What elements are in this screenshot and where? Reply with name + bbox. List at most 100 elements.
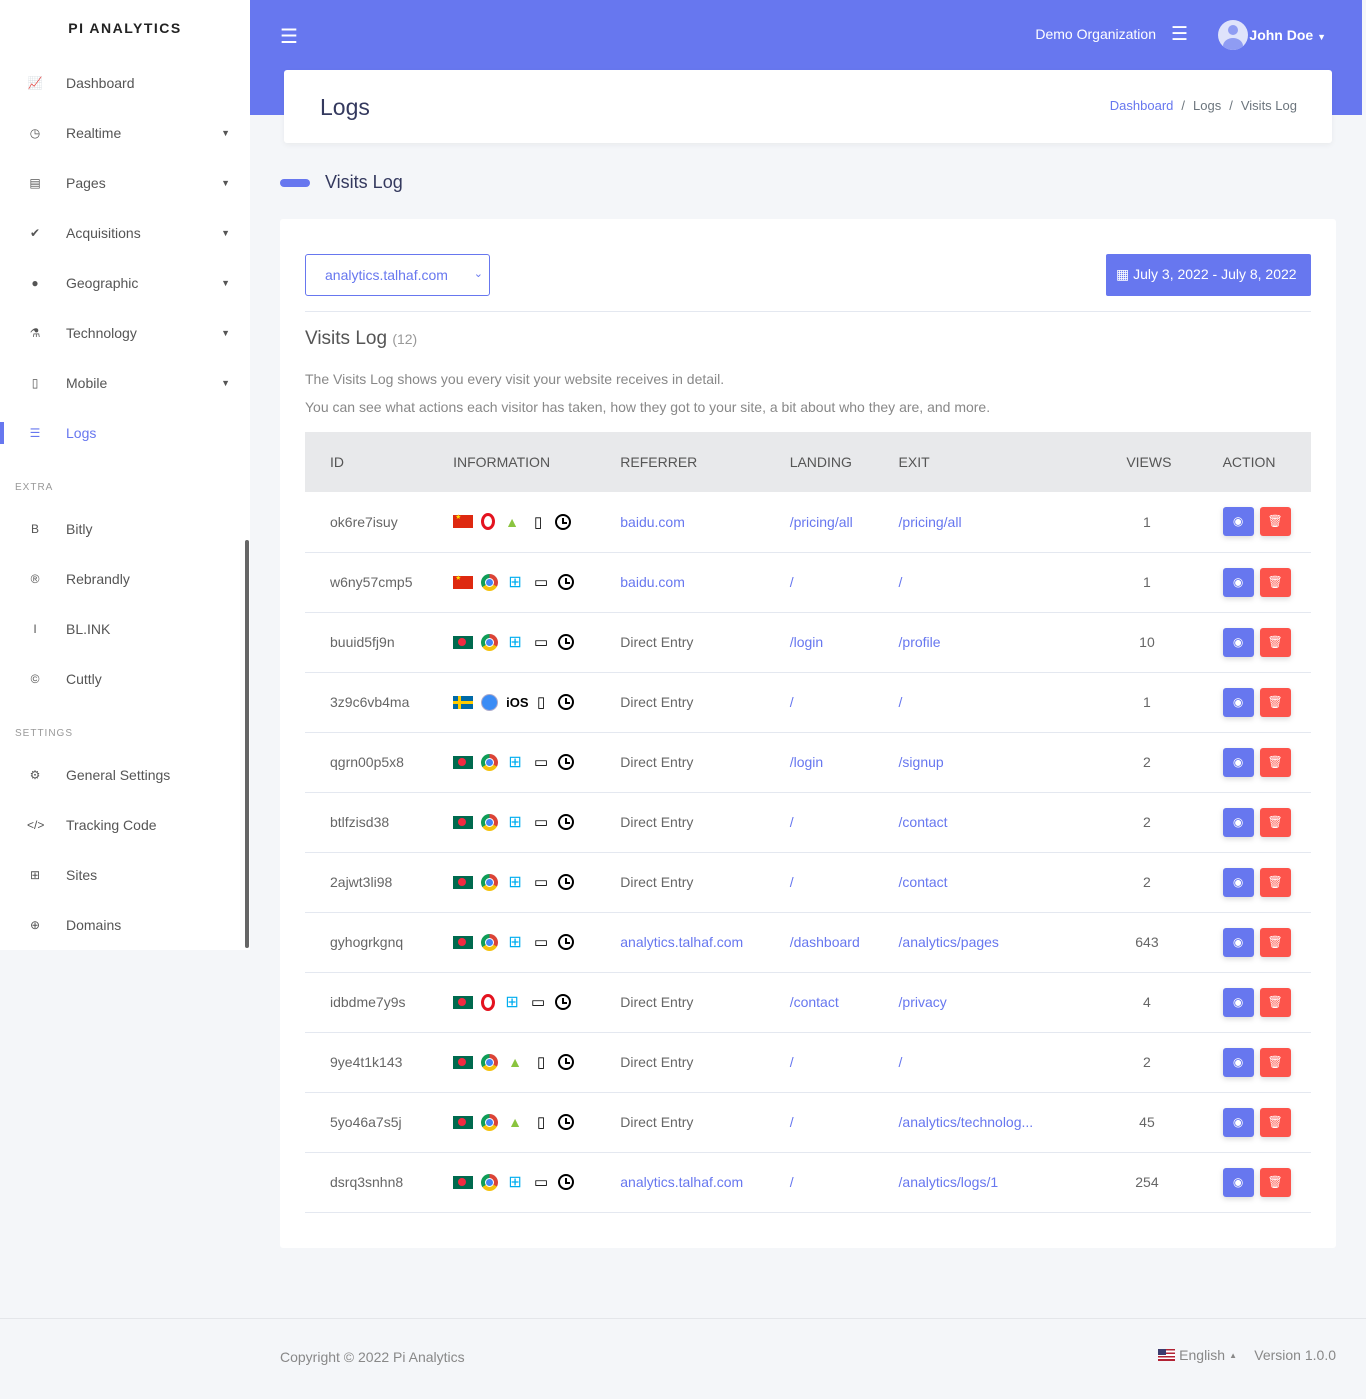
delete-button[interactable]: 🗑 bbox=[1259, 987, 1291, 1017]
sidebar-item-bl-ink[interactable]: I BL.INK bbox=[0, 604, 250, 654]
delete-button[interactable]: 🗑 bbox=[1259, 507, 1291, 537]
clock-icon[interactable] bbox=[558, 694, 575, 710]
mobile-icon: ▯ bbox=[536, 694, 546, 711]
clock-icon[interactable] bbox=[555, 513, 572, 530]
windows-icon: ⊞ bbox=[508, 874, 522, 891]
sidebar-item-logs[interactable]: ☰ Logs bbox=[0, 408, 250, 458]
delete-button[interactable]: 🗑 bbox=[1259, 1107, 1291, 1137]
clock-icon[interactable] bbox=[558, 1174, 575, 1190]
landing-link[interactable]: /pricing/all bbox=[764, 492, 874, 553]
delete-button[interactable]: 🗑 bbox=[1259, 627, 1291, 657]
view-button[interactable]: ◉ bbox=[1222, 927, 1254, 957]
sidebar-item-general-settings[interactable]: ⚙ General Settings bbox=[0, 750, 250, 800]
clock-icon[interactable] bbox=[558, 934, 575, 950]
view-button[interactable]: ◉ bbox=[1222, 1047, 1254, 1077]
sidebar-item-tracking-code[interactable]: </> Tracking Code bbox=[0, 800, 250, 850]
clock-icon[interactable] bbox=[558, 1114, 575, 1130]
view-button[interactable]: ◉ bbox=[1222, 1167, 1254, 1197]
view-button[interactable]: ◉ bbox=[1222, 807, 1254, 837]
info-icons: ⊞▭ bbox=[453, 992, 595, 1012]
sidebar-item-bitly[interactable]: B Bitly bbox=[0, 504, 250, 554]
view-button[interactable]: ◉ bbox=[1222, 747, 1254, 777]
delete-button[interactable]: 🗑 bbox=[1259, 1047, 1291, 1077]
landing-link[interactable]: / bbox=[764, 792, 874, 853]
exit-link[interactable]: / bbox=[873, 1032, 1057, 1093]
breadcrumb-dashboard[interactable]: Dashboard bbox=[1110, 98, 1174, 113]
delete-button[interactable]: 🗑 bbox=[1259, 687, 1291, 717]
user-menu[interactable]: John Doe ▼ bbox=[1249, 27, 1326, 43]
site-select[interactable]: analytics.talhaf.com ⌄ bbox=[305, 254, 490, 296]
clock-icon[interactable] bbox=[558, 814, 575, 830]
landing-link[interactable]: / bbox=[764, 672, 874, 733]
exit-link[interactable]: / bbox=[873, 552, 1057, 613]
page-header: Logs Dashboard / Logs / Visits Log bbox=[284, 70, 1332, 143]
clock-icon[interactable] bbox=[558, 634, 575, 650]
referrer-link[interactable]: baidu.com bbox=[595, 552, 765, 613]
sidebar-item-realtime[interactable]: ◷ Realtime ▼ bbox=[0, 108, 250, 158]
view-button[interactable]: ◉ bbox=[1222, 987, 1254, 1017]
sidebar-item-sites[interactable]: ⊞ Sites bbox=[0, 850, 250, 900]
view-button[interactable]: ◉ bbox=[1222, 507, 1254, 537]
exit-link[interactable]: / bbox=[873, 672, 1057, 733]
sidebar-item-mobile[interactable]: ▯ Mobile ▼ bbox=[0, 358, 250, 408]
sidebar-item-domains[interactable]: ⊕ Domains bbox=[0, 900, 250, 950]
sidebar-item-cuttly[interactable]: © Cuttly bbox=[0, 654, 250, 704]
landing-link[interactable]: /login bbox=[764, 612, 874, 673]
view-button[interactable]: ◉ bbox=[1222, 627, 1254, 657]
avatar[interactable] bbox=[1218, 20, 1248, 50]
sidebar-item-rebrandly[interactable]: ® Rebrandly bbox=[0, 554, 250, 604]
delete-button[interactable]: 🗑 bbox=[1259, 747, 1291, 777]
chrome-icon bbox=[481, 1173, 499, 1191]
exit-link[interactable]: /profile bbox=[873, 612, 1057, 673]
view-button[interactable]: ◉ bbox=[1222, 567, 1254, 597]
clock-icon[interactable] bbox=[558, 754, 575, 770]
language-selector[interactable]: English ▲ bbox=[1158, 1347, 1237, 1363]
landing-link[interactable]: /login bbox=[764, 732, 874, 793]
landing-link[interactable]: / bbox=[764, 1032, 874, 1093]
exit-link[interactable]: /pricing/all bbox=[873, 492, 1057, 553]
view-button[interactable]: ◉ bbox=[1222, 1107, 1254, 1137]
views-count: 2 bbox=[1056, 852, 1198, 913]
exit-link[interactable]: /contact bbox=[873, 792, 1057, 853]
language-label: English bbox=[1179, 1347, 1226, 1363]
hamburger-menu-icon[interactable]: ☰ bbox=[280, 24, 298, 49]
view-button[interactable]: ◉ bbox=[1222, 867, 1254, 897]
landing-link[interactable]: / bbox=[764, 552, 874, 613]
clock-icon[interactable] bbox=[558, 1054, 575, 1070]
landing-link[interactable]: /dashboard bbox=[764, 912, 874, 973]
clock-icon[interactable] bbox=[558, 874, 575, 890]
landing-link[interactable]: /contact bbox=[764, 972, 874, 1033]
clock-icon[interactable] bbox=[558, 574, 575, 590]
exit-link[interactable]: /analytics/pages bbox=[873, 912, 1057, 973]
delete-button[interactable]: 🗑 bbox=[1259, 1167, 1291, 1197]
exit-link[interactable]: /analytics/logs/1 bbox=[873, 1152, 1057, 1213]
sidebar-item-technology[interactable]: ⚗ Technology ▼ bbox=[0, 308, 250, 358]
referrer-link[interactable]: analytics.talhaf.com bbox=[595, 912, 765, 973]
exit-link[interactable]: /contact bbox=[873, 852, 1057, 913]
delete-button[interactable]: 🗑 bbox=[1259, 567, 1291, 597]
landing-link[interactable]: / bbox=[764, 852, 874, 913]
trash-icon: 🗑 bbox=[1267, 1054, 1283, 1069]
brand-logo[interactable]: PI ANALYTICS bbox=[0, 0, 250, 58]
exit-link[interactable]: /signup bbox=[873, 732, 1057, 793]
delete-button[interactable]: 🗑 bbox=[1259, 867, 1291, 897]
sidebar-item-dashboard[interactable]: 📈 Dashboard bbox=[0, 58, 250, 108]
exit-link[interactable]: /analytics/technolog... bbox=[873, 1092, 1057, 1153]
organization-list-icon[interactable]: ☰ bbox=[1171, 23, 1188, 46]
referrer-link[interactable]: analytics.talhaf.com bbox=[595, 1152, 765, 1213]
clock-icon[interactable] bbox=[555, 994, 572, 1010]
sidebar-item-acquisitions[interactable]: ✔ Acquisitions ▼ bbox=[0, 208, 250, 258]
organization-name[interactable]: Demo Organization bbox=[1035, 26, 1156, 42]
landing-link[interactable]: / bbox=[764, 1092, 874, 1153]
delete-button[interactable]: 🗑 bbox=[1259, 927, 1291, 957]
column-header-id: ID bbox=[305, 432, 429, 492]
sidebar-scrollbar[interactable] bbox=[245, 540, 249, 948]
date-range-button[interactable]: ▦ July 3, 2022 - July 8, 2022 bbox=[1106, 254, 1311, 296]
referrer-link[interactable]: baidu.com bbox=[595, 492, 765, 553]
landing-link[interactable]: / bbox=[764, 1152, 874, 1213]
view-button[interactable]: ◉ bbox=[1222, 687, 1254, 717]
sidebar-item-pages[interactable]: ▤ Pages ▼ bbox=[0, 158, 250, 208]
delete-button[interactable]: 🗑 bbox=[1259, 807, 1291, 837]
exit-link[interactable]: /privacy bbox=[873, 972, 1057, 1033]
sidebar-item-geographic[interactable]: ● Geographic ▼ bbox=[0, 258, 250, 308]
